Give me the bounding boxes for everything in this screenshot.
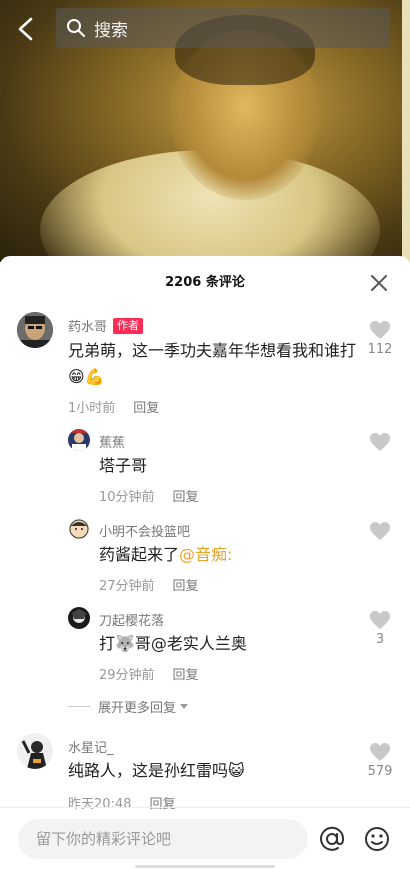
reply-meta: 10分钟前 回复 — [99, 486, 199, 505]
reply-author-row: 小明不会投篮吧 — [99, 521, 190, 540]
back-button[interactable] — [14, 16, 38, 42]
comments-count-title: 2206 条评论 — [165, 275, 245, 290]
reply-meta: 27分钟前 回复 — [99, 575, 199, 594]
reply-text: 打🐺哥@老实人兰奥 — [99, 634, 247, 653]
reply-button[interactable]: 回复 — [173, 486, 199, 505]
search-icon — [67, 19, 85, 37]
comments-header: 2206 条评论 — [0, 256, 410, 302]
heart-icon — [370, 433, 390, 451]
heart-icon — [370, 611, 390, 629]
comment-author-row: 药水哥 作者 — [68, 316, 144, 335]
comment-author-name[interactable]: 药水哥 — [68, 316, 107, 335]
chevron-down-icon — [180, 704, 189, 709]
like-count: 112 — [367, 342, 393, 357]
search-input[interactable]: 搜索 — [56, 8, 390, 48]
like-count: 579 — [367, 764, 393, 779]
avatar-image — [68, 607, 90, 629]
like-button[interactable]: 3 — [360, 610, 400, 647]
comment-time: 昨天20:48 — [68, 797, 132, 812]
reply-text: 塔子哥 — [99, 456, 148, 475]
top-bar: 搜索 — [0, 8, 410, 50]
reply-time: 27分钟前 — [99, 579, 155, 594]
comment-author-row: 水星记_ — [68, 737, 114, 756]
comment-meta: 1小时前 回复 — [68, 397, 159, 416]
like-button[interactable]: 579 — [360, 742, 400, 779]
comment-author-name[interactable]: 水星记_ — [68, 737, 114, 756]
expand-replies-button[interactable]: 展开更多回复 — [68, 697, 189, 716]
comment-text: 兄弟萌，这一季功夫嘉年华想看我和谁打😁💪 — [68, 341, 357, 386]
avatar[interactable] — [68, 518, 90, 540]
close-icon — [371, 275, 387, 291]
avatar-image — [68, 518, 90, 540]
mention-link[interactable]: @音痴: — [179, 545, 232, 564]
avatar[interactable] — [68, 429, 90, 451]
comment-meta: 昨天20:48 回复 — [68, 793, 175, 812]
reply-button[interactable]: 回复 — [173, 664, 199, 683]
reply-button[interactable]: 回复 — [133, 397, 159, 416]
heart-icon — [370, 522, 390, 540]
like-button[interactable] — [360, 432, 400, 452]
smiley-icon — [365, 827, 389, 851]
avatar[interactable] — [17, 312, 53, 348]
comment-text: 纯路人，这是孙红雷吗😺 — [68, 761, 245, 780]
avatar[interactable] — [17, 733, 53, 769]
expand-replies-label: 展开更多回复 — [98, 701, 177, 716]
avatar-image — [17, 733, 53, 769]
reply-button[interactable]: 回复 — [173, 575, 199, 594]
avatar-image — [68, 429, 90, 451]
at-icon — [320, 826, 345, 851]
reply-time: 29分钟前 — [99, 668, 155, 683]
author-badge: 作者 — [113, 317, 144, 334]
reply-author-row: 蕉蕉 — [99, 432, 125, 451]
reply-text-body: 药酱起来了 — [99, 545, 180, 564]
reply-author-name[interactable]: 刀起樱花落 — [99, 610, 164, 629]
search-placeholder: 搜索 — [94, 20, 128, 41]
avatar[interactable] — [68, 607, 90, 629]
reply-button[interactable]: 回复 — [149, 793, 175, 812]
comment-input-bar: 留下你的精彩评论吧 — [0, 816, 410, 866]
expand-divider-line — [68, 706, 90, 707]
reply-author-name[interactable]: 蕉蕉 — [99, 432, 125, 451]
avatar-image — [17, 312, 53, 348]
close-button[interactable] — [370, 274, 388, 292]
home-indicator — [135, 865, 275, 868]
heart-icon — [370, 743, 390, 761]
reply-meta: 29分钟前 回复 — [99, 664, 199, 683]
reply-author-name[interactable]: 小明不会投篮吧 — [99, 521, 190, 540]
reply-time: 10分钟前 — [99, 490, 155, 505]
comments-sheet: 2206 条评论 药水哥 作者 兄弟萌，这一季功夫嘉年华想看我和谁打😁💪 1小时… — [0, 256, 410, 869]
like-button[interactable] — [360, 521, 400, 541]
like-button[interactable]: 112 — [360, 320, 400, 357]
mention-button[interactable] — [318, 825, 346, 853]
reply-text: 药酱起来了@音痴: — [99, 542, 232, 568]
comment-input[interactable]: 留下你的精彩评论吧 — [18, 819, 308, 859]
reply-author-row: 刀起樱花落 — [99, 610, 164, 629]
chevron-left-icon — [18, 17, 33, 41]
emoji-button[interactable] — [363, 825, 391, 853]
input-divider — [0, 807, 410, 808]
heart-icon — [370, 321, 390, 339]
comment-time: 1小时前 — [68, 401, 116, 416]
like-count: 3 — [375, 632, 385, 647]
